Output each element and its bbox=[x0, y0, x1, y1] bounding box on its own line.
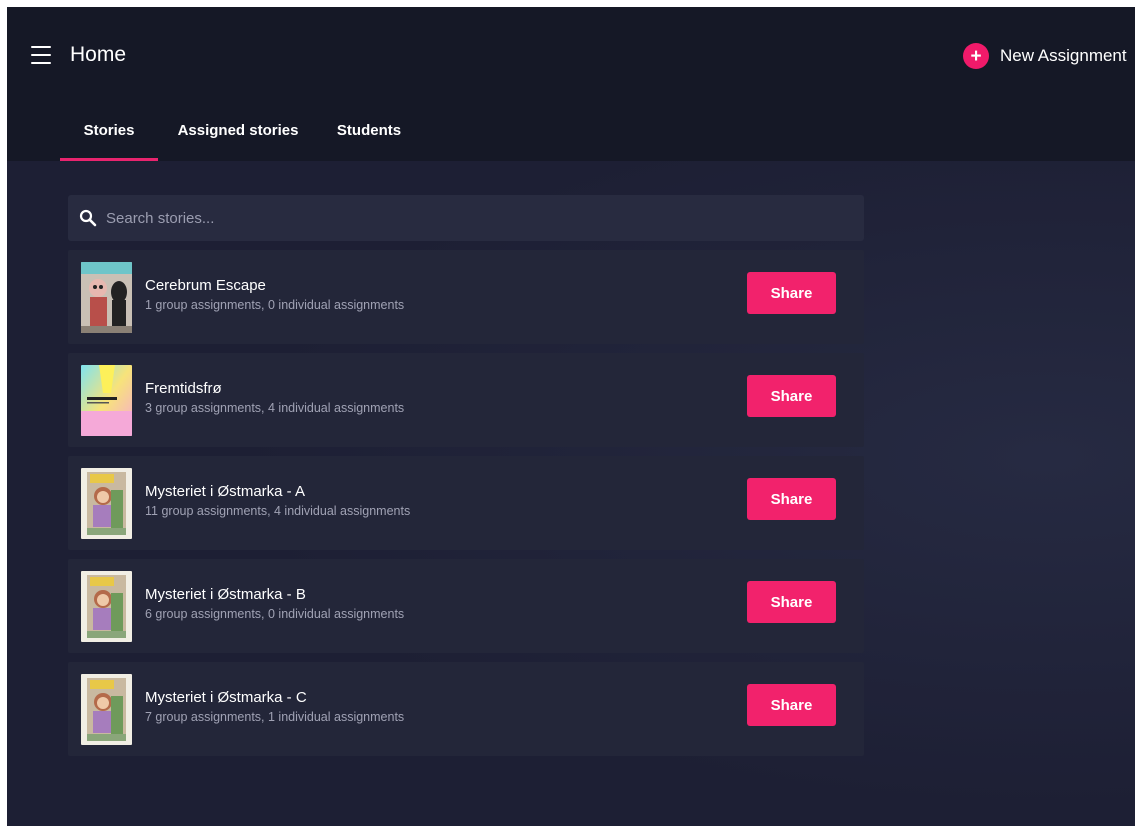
story-row: Mysteriet i Østmarka - A 11 group assign… bbox=[68, 456, 864, 550]
share-button[interactable]: Share bbox=[747, 684, 836, 726]
share-button[interactable]: Share bbox=[747, 581, 836, 623]
share-button[interactable]: Share bbox=[747, 375, 836, 417]
story-title: Cerebrum Escape bbox=[145, 277, 266, 294]
hamburger-menu-icon[interactable] bbox=[31, 46, 51, 64]
story-row: Cerebrum Escape 1 group assignments, 0 i… bbox=[68, 250, 864, 344]
story-row: Mysteriet i Østmarka - B 6 group assignm… bbox=[68, 559, 864, 653]
mysteriet-cover-icon bbox=[81, 571, 132, 642]
story-assignment-count: 11 group assignments, 4 individual assig… bbox=[145, 504, 411, 518]
story-assignment-count: 3 group assignments, 4 individual assign… bbox=[145, 401, 405, 415]
story-title: Mysteriet i Østmarka - C bbox=[145, 689, 307, 706]
tab-assigned-stories[interactable]: Assigned stories bbox=[158, 107, 318, 161]
story-row: Fremtidsfrø 3 group assignments, 4 indiv… bbox=[68, 353, 864, 447]
mysteriet-cover-icon bbox=[81, 468, 132, 539]
search-input[interactable] bbox=[106, 203, 864, 233]
mysteriet-cover-icon bbox=[81, 674, 132, 745]
story-list: Cerebrum Escape 1 group assignments, 0 i… bbox=[68, 250, 864, 765]
plus-icon: + bbox=[963, 43, 989, 69]
story-row: Mysteriet i Østmarka - C 7 group assignm… bbox=[68, 662, 864, 756]
top-bar: Home + New Assignment Stories Assigned s… bbox=[7, 7, 1135, 161]
cerebrum-escape-cover-icon bbox=[81, 262, 132, 333]
share-button[interactable]: Share bbox=[747, 272, 836, 314]
page-title: Home bbox=[70, 43, 127, 66]
share-button[interactable]: Share bbox=[747, 478, 836, 520]
new-assignment-button[interactable]: + New Assignment bbox=[963, 42, 1127, 70]
search-bar bbox=[68, 195, 864, 241]
tab-students[interactable]: Students bbox=[318, 107, 420, 161]
story-assignment-count: 1 group assignments, 0 individual assign… bbox=[145, 298, 405, 312]
new-assignment-label: New Assignment bbox=[1000, 46, 1127, 65]
story-assignment-count: 7 group assignments, 1 individual assign… bbox=[145, 710, 405, 724]
story-title: Mysteriet i Østmarka - A bbox=[145, 483, 306, 500]
story-assignment-count: 6 group assignments, 0 individual assign… bbox=[145, 607, 405, 621]
story-title: Mysteriet i Østmarka - B bbox=[145, 586, 306, 603]
tab-bar: Stories Assigned stories Students bbox=[60, 107, 420, 161]
tab-stories[interactable]: Stories bbox=[60, 107, 158, 161]
app-window: Home + New Assignment Stories Assigned s… bbox=[7, 7, 1135, 826]
search-icon bbox=[79, 209, 97, 227]
story-title: Fremtidsfrø bbox=[145, 380, 222, 397]
fremtidsfro-cover-icon bbox=[81, 365, 132, 436]
